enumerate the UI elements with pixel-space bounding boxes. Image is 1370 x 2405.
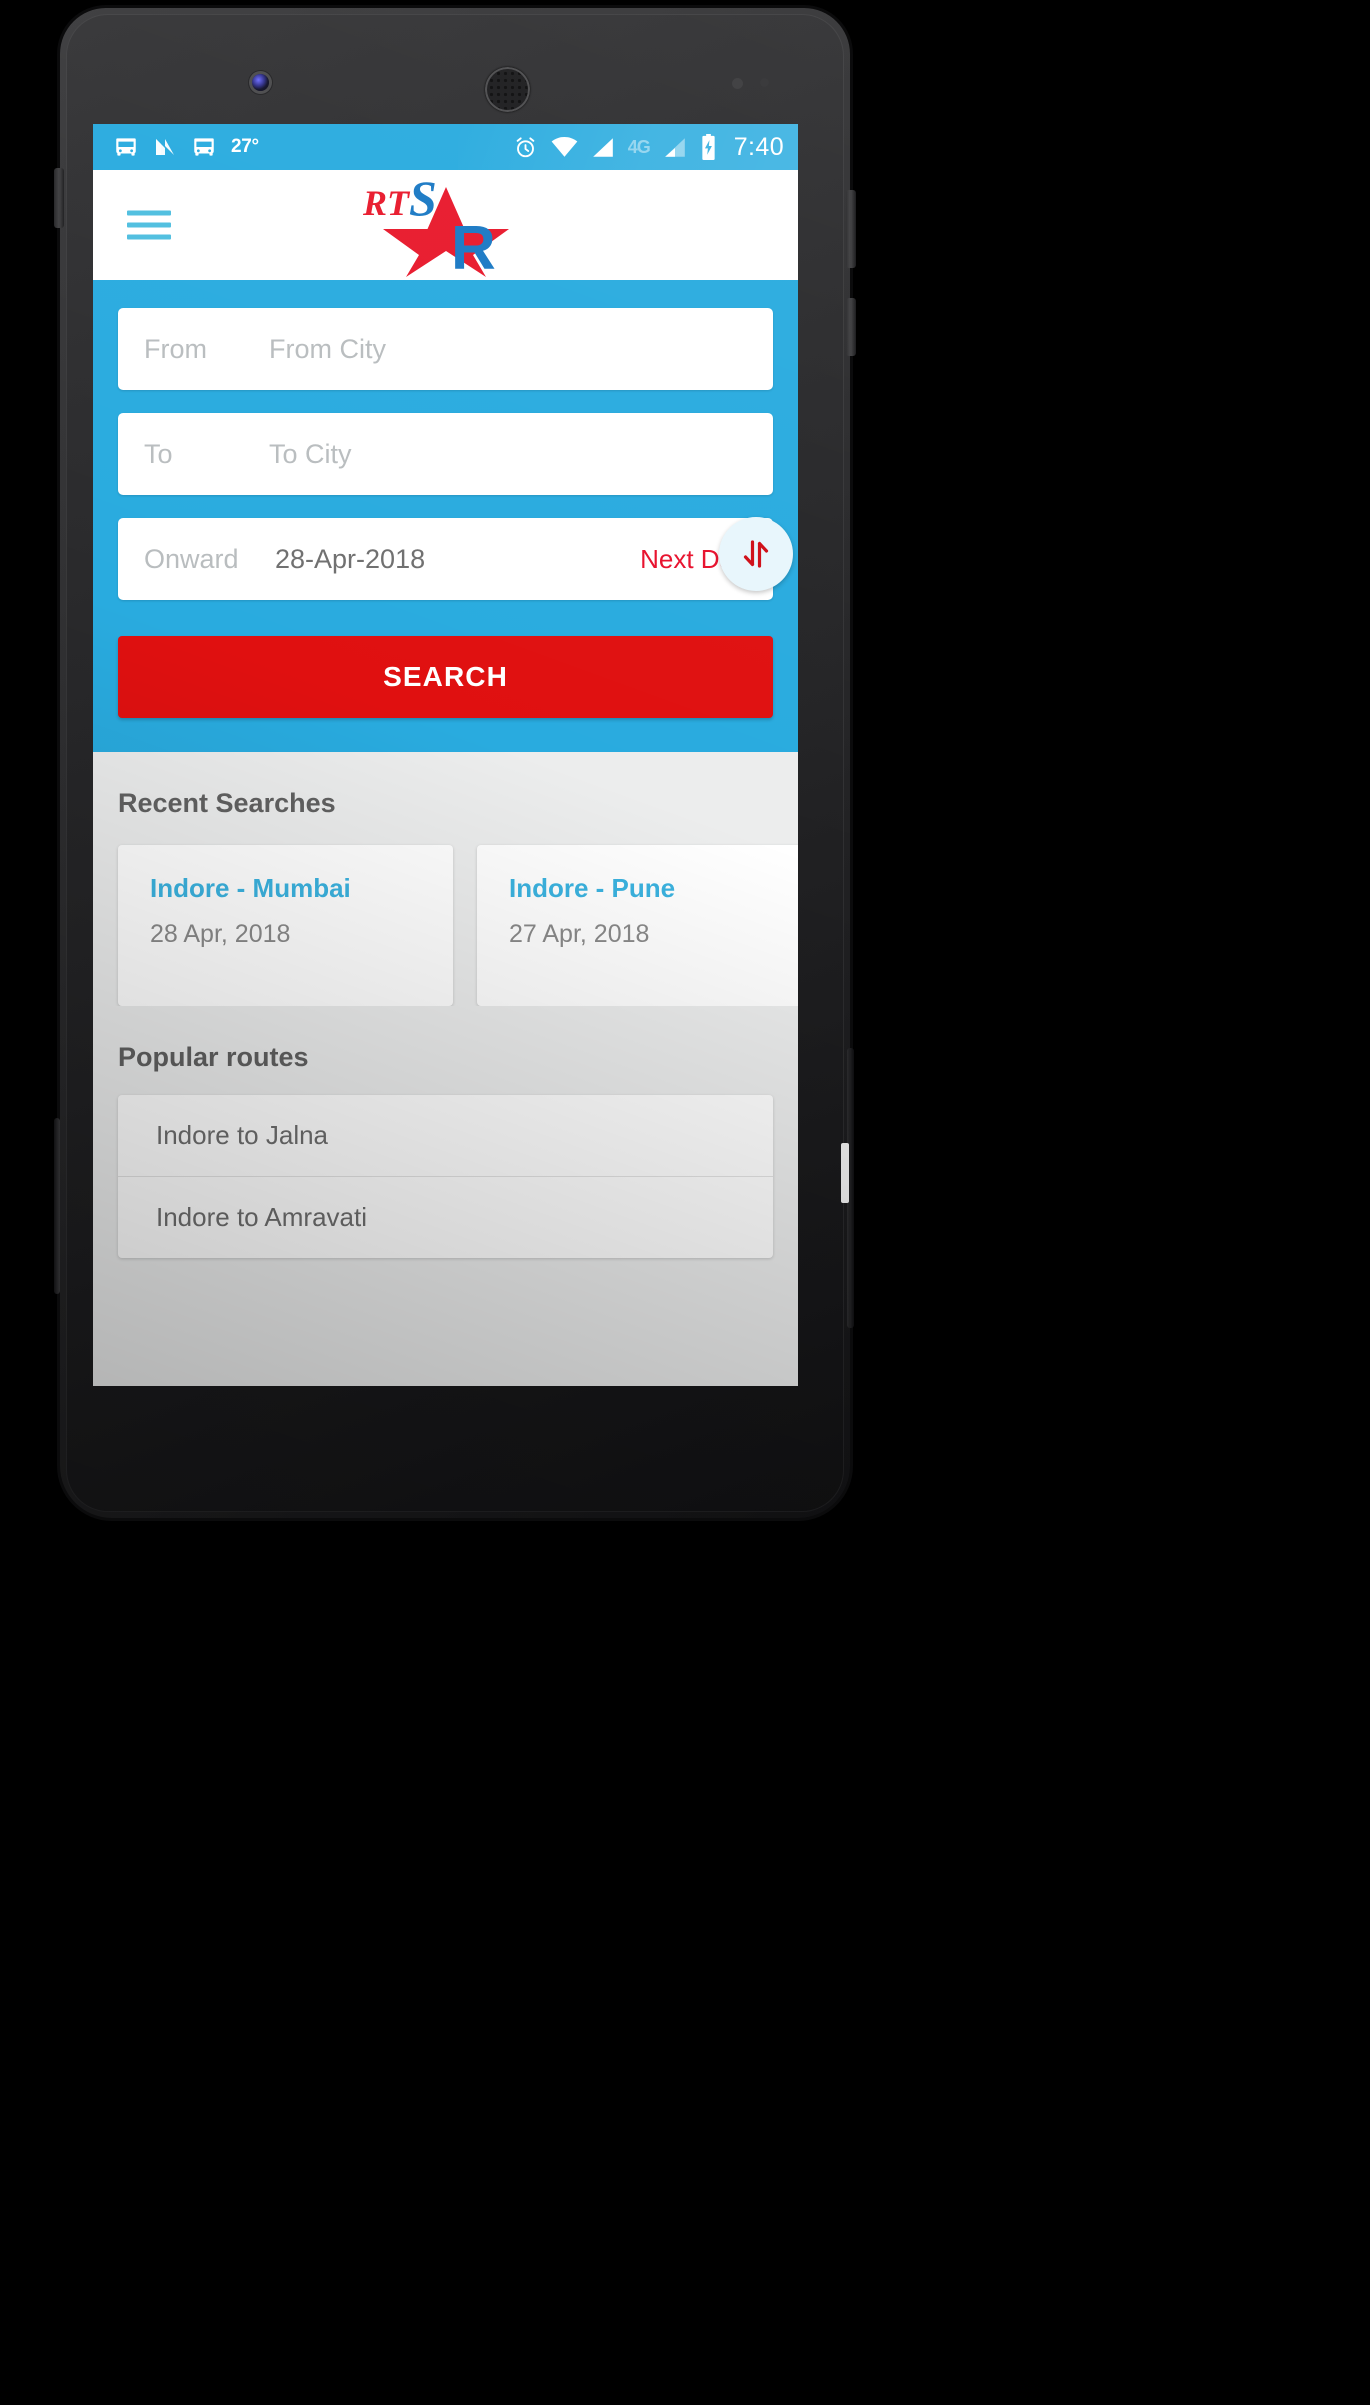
from-label: From (144, 333, 207, 364)
onward-date-field[interactable]: Onward 28-Apr-2018 Next Day (118, 518, 773, 600)
power-button[interactable] (846, 190, 856, 268)
svg-text:R: R (451, 214, 496, 277)
status-bar-left: 27° (113, 134, 259, 160)
signal-icon (591, 137, 615, 158)
from-input[interactable]: From City (269, 334, 386, 365)
volume-button-left[interactable] (54, 168, 64, 228)
search-button[interactable]: SEARCH (118, 636, 773, 718)
app-bar: RT S R (93, 170, 798, 283)
search-panel: From From City To To City Onward 28-Apr-… (93, 280, 798, 752)
list-item[interactable]: Indore to Jalna (118, 1095, 773, 1177)
list-item[interactable]: Indore - Mumbai 28 Apr, 2018 (118, 845, 453, 1006)
earpiece-speaker (485, 67, 530, 112)
volume-button[interactable] (846, 298, 856, 356)
recent-date: 27 Apr, 2018 (509, 920, 650, 948)
signal-2-icon (663, 137, 687, 158)
proximity-sensor (732, 78, 743, 89)
bus-icon (191, 134, 217, 160)
from-field[interactable]: From From City (118, 308, 773, 390)
nova-launcher-icon (153, 135, 177, 159)
recent-route: Indore - Pune (509, 873, 676, 903)
onward-label: Onward (144, 543, 239, 574)
swap-arrows-icon (743, 540, 769, 568)
svg-text:RT: RT (361, 183, 410, 223)
popular-routes-title: Popular routes (118, 1042, 309, 1072)
list-item[interactable]: Indore to Amravati (118, 1177, 773, 1258)
front-camera-icon (252, 74, 269, 91)
phone-antenna-band (841, 1143, 849, 1203)
onward-date-value[interactable]: 28-Apr-2018 (269, 544, 640, 575)
to-label: To (144, 438, 173, 469)
phone-device: 27° 4G 7:40 RT S R From From City To To … (54, 8, 856, 1518)
to-field[interactable]: To To City (118, 413, 773, 495)
swap-cities-button[interactable] (719, 517, 793, 591)
bus-icon (113, 134, 139, 160)
recent-searches-title: Recent Searches (118, 788, 336, 818)
network-4g-label: 4G (627, 136, 651, 157)
field-gap (118, 495, 773, 518)
recent-route: Indore - Mumbai (150, 873, 351, 903)
rtsr-logo-icon: RT S R (361, 170, 509, 283)
field-gap (118, 390, 773, 413)
status-bar: 27° 4G 7:40 (93, 124, 798, 170)
light-sensor (760, 78, 769, 87)
content-body: Recent Searches Indore - Mumbai 28 Apr, … (93, 752, 798, 1268)
phone-screen: 27° 4G 7:40 RT S R From From City To To … (93, 124, 798, 1386)
battery-charging-icon (700, 134, 717, 160)
recent-date: 28 Apr, 2018 (150, 920, 291, 948)
phone-edge-left (54, 1118, 60, 1294)
hamburger-menu-icon[interactable] (127, 210, 171, 240)
temperature-indicator: 27° (231, 136, 259, 157)
to-input[interactable]: To City (269, 439, 352, 470)
wifi-icon (551, 136, 578, 158)
list-item[interactable]: Indore - Pune 27 Apr, 2018 (477, 845, 798, 1006)
clock: 7:40 (733, 132, 784, 161)
status-bar-right: 4G 7:40 (513, 133, 784, 162)
svg-text:S: S (409, 173, 437, 226)
app-logo: RT S R (351, 170, 541, 283)
popular-routes-list: Indore to Jalna Indore to Amravati (118, 1095, 773, 1258)
recent-searches-list[interactable]: Indore - Mumbai 28 Apr, 2018 Indore - Pu… (93, 819, 798, 1006)
alarm-icon (513, 135, 538, 160)
